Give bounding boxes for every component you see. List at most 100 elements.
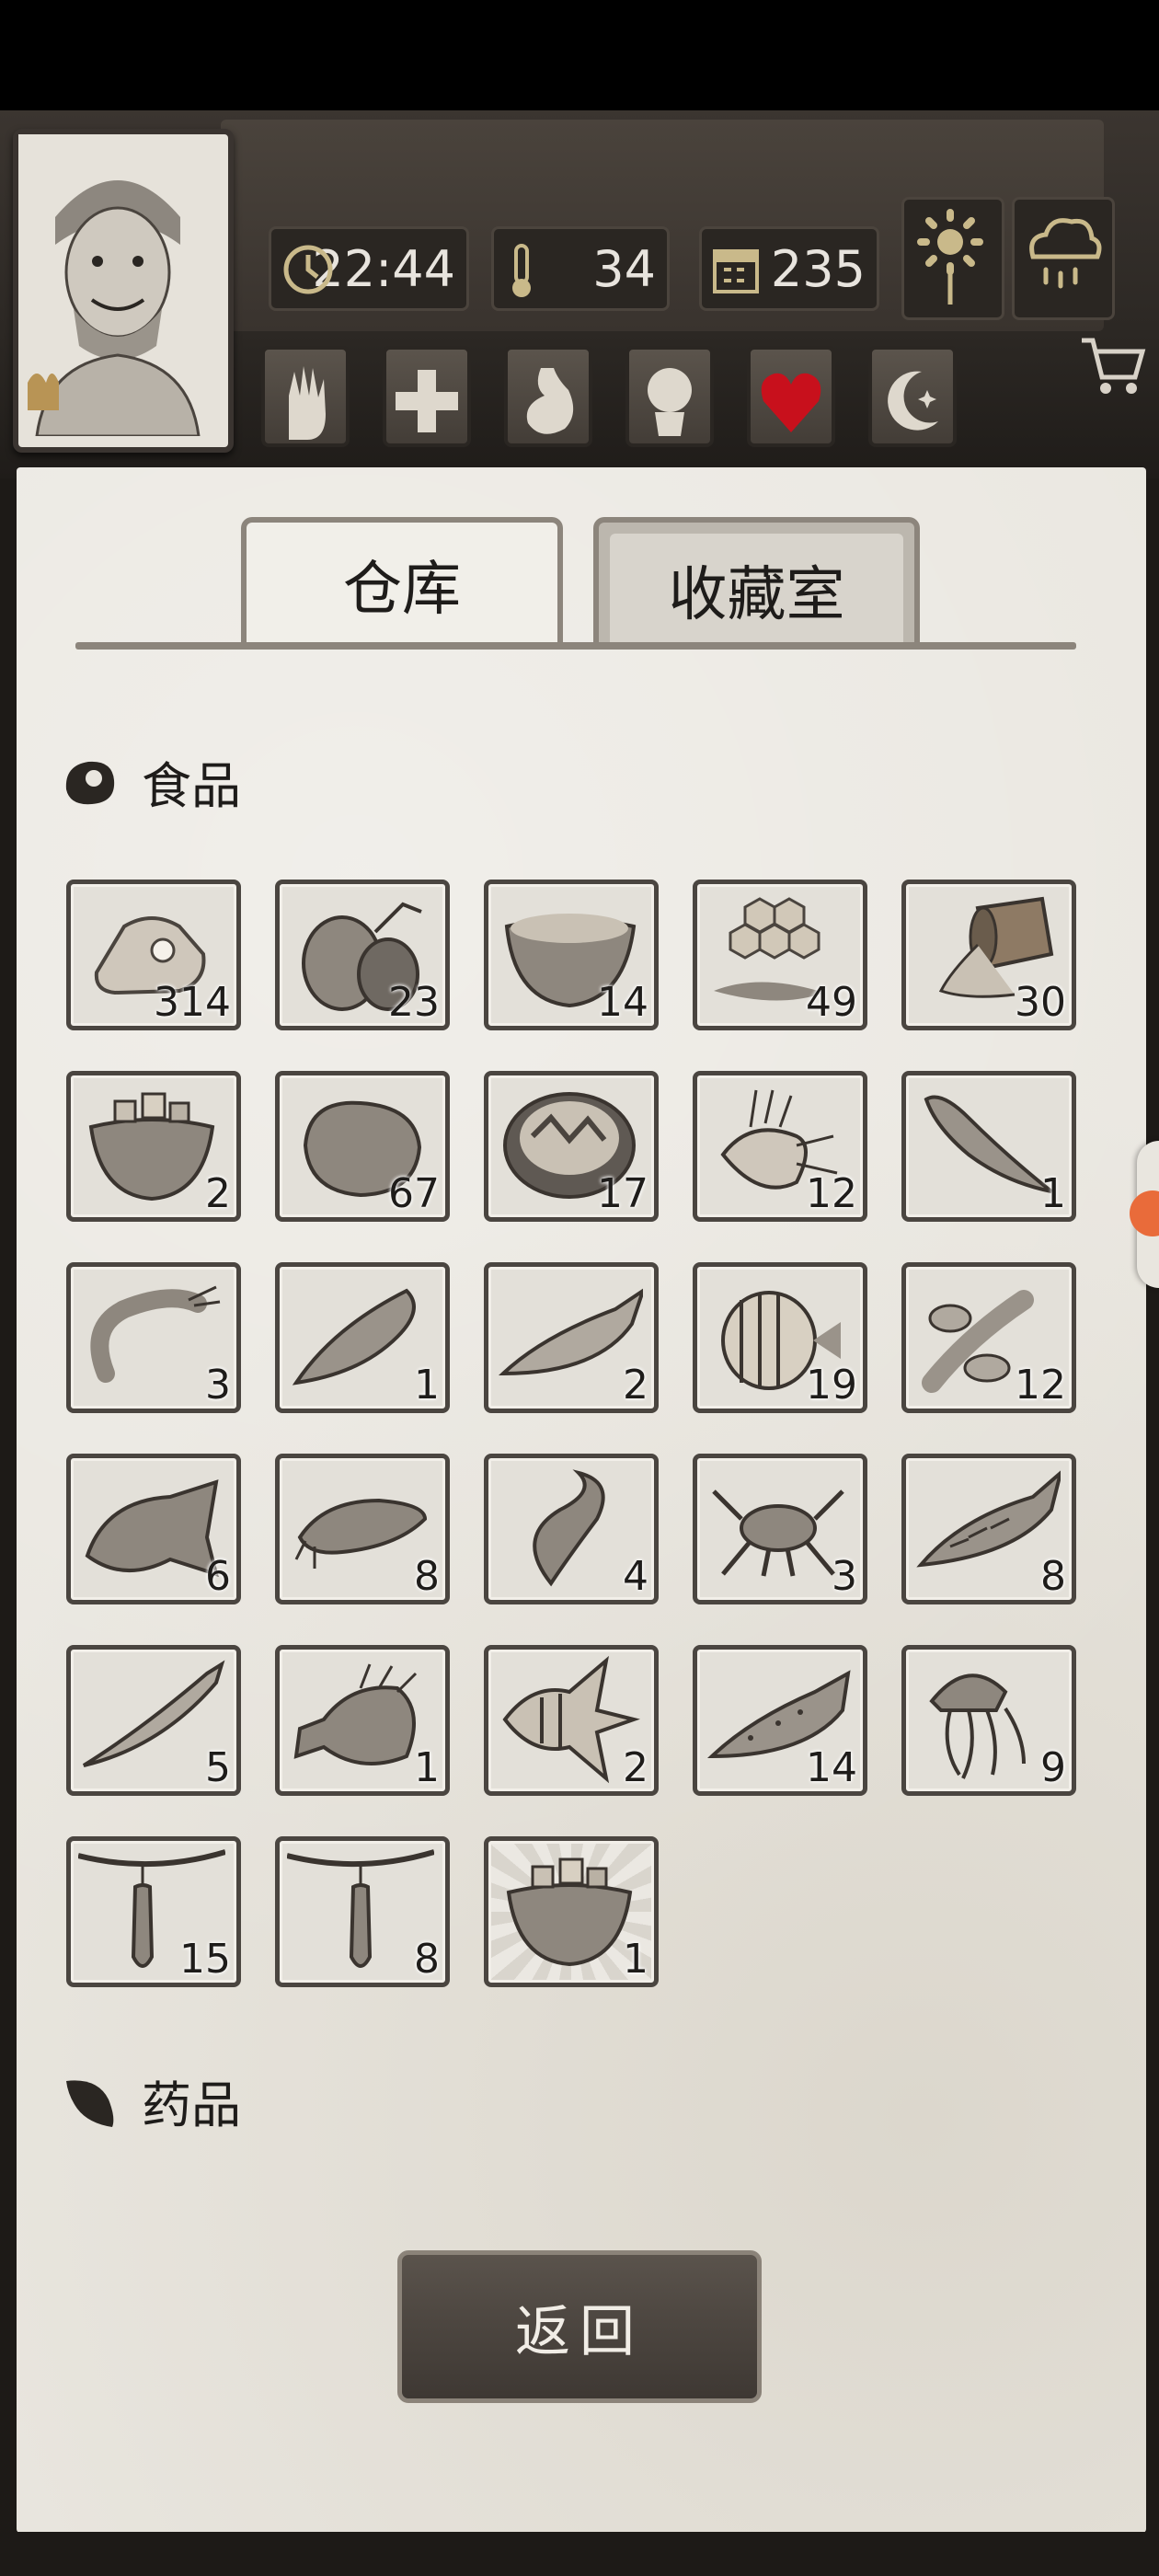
item-quantity: 23 — [388, 979, 440, 1026]
mackerel-icon — [916, 1470, 1061, 1568]
item-quantity: 67 — [388, 1170, 440, 1217]
tab-warehouse-label: 仓库 — [343, 556, 461, 624]
shop-cart-button[interactable] — [1076, 331, 1146, 405]
moon-sleep-icon — [888, 371, 938, 431]
system-status-bar — [0, 0, 1159, 120]
time-display: 22:44 — [269, 226, 469, 311]
rain-cloud-icon — [1015, 218, 1107, 314]
temperature-value: 34 — [592, 239, 656, 298]
item-slot[interactable]: 8 — [275, 1836, 450, 1987]
status-button-injury[interactable] — [261, 346, 350, 447]
item-slot[interactable]: 15 — [66, 1836, 241, 1987]
item-slot[interactable]: 8 — [275, 1454, 450, 1604]
item-slot[interactable]: 67 — [275, 1071, 450, 1222]
item-slot[interactable]: 3 — [66, 1262, 241, 1413]
item-slot[interactable]: 4 — [484, 1454, 659, 1604]
item-slot[interactable]: 17 — [484, 1071, 659, 1222]
tab-collection[interactable]: 收藏室 — [593, 517, 920, 646]
item-quantity: 1 — [623, 1936, 648, 1983]
item-quantity: 6 — [205, 1553, 231, 1600]
status-button-sleep[interactable] — [868, 346, 957, 447]
section-medicine-label: 药品 — [142, 2076, 241, 2134]
thermometer-icon — [503, 242, 540, 313]
item-quantity: 14 — [597, 979, 648, 1026]
item-slot[interactable]: 14 — [693, 1645, 867, 1796]
coconut-bowl-icon — [506, 1857, 633, 1967]
item-slot[interactable]: 314 — [66, 880, 241, 1030]
item-quantity: 8 — [414, 1936, 440, 1983]
item-slot[interactable]: 23 — [275, 880, 450, 1030]
item-quantity: 4 — [623, 1553, 648, 1600]
salmon-icon — [498, 1288, 643, 1376]
tab-collection-label: 收藏室 — [668, 561, 845, 629]
item-quantity: 2 — [623, 1362, 648, 1409]
leaf-section-icon — [66, 2079, 114, 2127]
item-slot[interactable]: 12 — [901, 1262, 1076, 1413]
item-quantity: 12 — [806, 1170, 857, 1217]
item-slot[interactable]: 14 — [484, 880, 659, 1030]
clock-icon — [281, 242, 336, 309]
day-display: 235 — [699, 226, 879, 311]
hanging-fruit-icon — [287, 1849, 434, 1968]
tab-divider — [75, 642, 1076, 650]
season-indicator[interactable] — [901, 197, 1004, 320]
item-quantity: 314 — [154, 979, 231, 1026]
item-quantity: 1 — [414, 1362, 440, 1409]
item-slot[interactable]: 9 — [901, 1645, 1076, 1796]
heart-icon — [761, 373, 821, 432]
status-button-hunger[interactable] — [504, 346, 592, 447]
weather-indicator[interactable] — [1012, 197, 1115, 320]
item-slot[interactable]: 19 — [693, 1262, 867, 1413]
tab-warehouse[interactable]: 仓库 — [241, 517, 563, 646]
item-slot[interactable]: 6 — [66, 1454, 241, 1604]
catfish-icon — [294, 1498, 428, 1569]
item-slot[interactable]: 5 — [66, 1645, 241, 1796]
rockfish-icon — [293, 1663, 418, 1765]
item-quantity: 3 — [205, 1362, 231, 1409]
status-button-mind[interactable] — [625, 346, 714, 447]
item-quantity: 30 — [1015, 979, 1066, 1026]
back-button-label: 返回 — [515, 2299, 644, 2364]
item-quantity: 1 — [414, 1744, 440, 1791]
calendar-icon — [711, 242, 761, 309]
meat-section-icon — [65, 761, 115, 804]
status-button-heart[interactable] — [747, 346, 835, 447]
character-portrait[interactable] — [13, 129, 234, 453]
item-quantity: 5 — [205, 1744, 231, 1791]
section-food-label: 食品 — [142, 757, 241, 815]
item-quantity: 19 — [806, 1362, 857, 1409]
item-slot[interactable]: 1 — [275, 1262, 450, 1413]
item-slot[interactable]: 1 — [275, 1645, 450, 1796]
eel-fish-icon — [533, 1469, 605, 1587]
item-quantity: 8 — [1040, 1553, 1066, 1600]
item-slot[interactable]: 49 — [693, 880, 867, 1030]
sunflower-icon — [904, 209, 996, 314]
section-food-header: 食品 — [61, 745, 241, 818]
angelfish-icon — [502, 1655, 640, 1784]
item-slot[interactable]: 2 — [484, 1262, 659, 1413]
item-quantity: 17 — [597, 1170, 648, 1217]
item-slot[interactable]: 30 — [901, 880, 1076, 1030]
item-slot[interactable]: 1 — [901, 1071, 1076, 1222]
item-quantity: 8 — [414, 1553, 440, 1600]
item-slot[interactable]: 1 — [484, 1836, 659, 1987]
side-floating-handle[interactable] — [1130, 1141, 1159, 1288]
item-slot[interactable]: 3 — [693, 1454, 867, 1604]
dried-fish-icon — [924, 1095, 1053, 1193]
back-button[interactable]: 返回 — [397, 2250, 762, 2403]
temperature-display: 34 — [491, 226, 670, 311]
item-quantity: 2 — [623, 1744, 648, 1791]
item-slot[interactable]: 2 — [66, 1071, 241, 1222]
status-button-health[interactable] — [383, 346, 471, 447]
health-cross-icon — [396, 370, 458, 432]
item-slot[interactable]: 2 — [484, 1645, 659, 1796]
item-slot[interactable]: 8 — [901, 1454, 1076, 1604]
grouper-icon — [85, 1479, 219, 1577]
item-quantity: 1 — [1040, 1170, 1066, 1217]
jellyfish-icon — [929, 1673, 1026, 1779]
section-medicine-header: 药品 — [61, 2064, 241, 2137]
item-quantity: 2 — [205, 1170, 231, 1217]
item-quantity: 14 — [806, 1744, 857, 1791]
item-quantity: 15 — [179, 1936, 231, 1983]
item-slot[interactable]: 12 — [693, 1071, 867, 1222]
